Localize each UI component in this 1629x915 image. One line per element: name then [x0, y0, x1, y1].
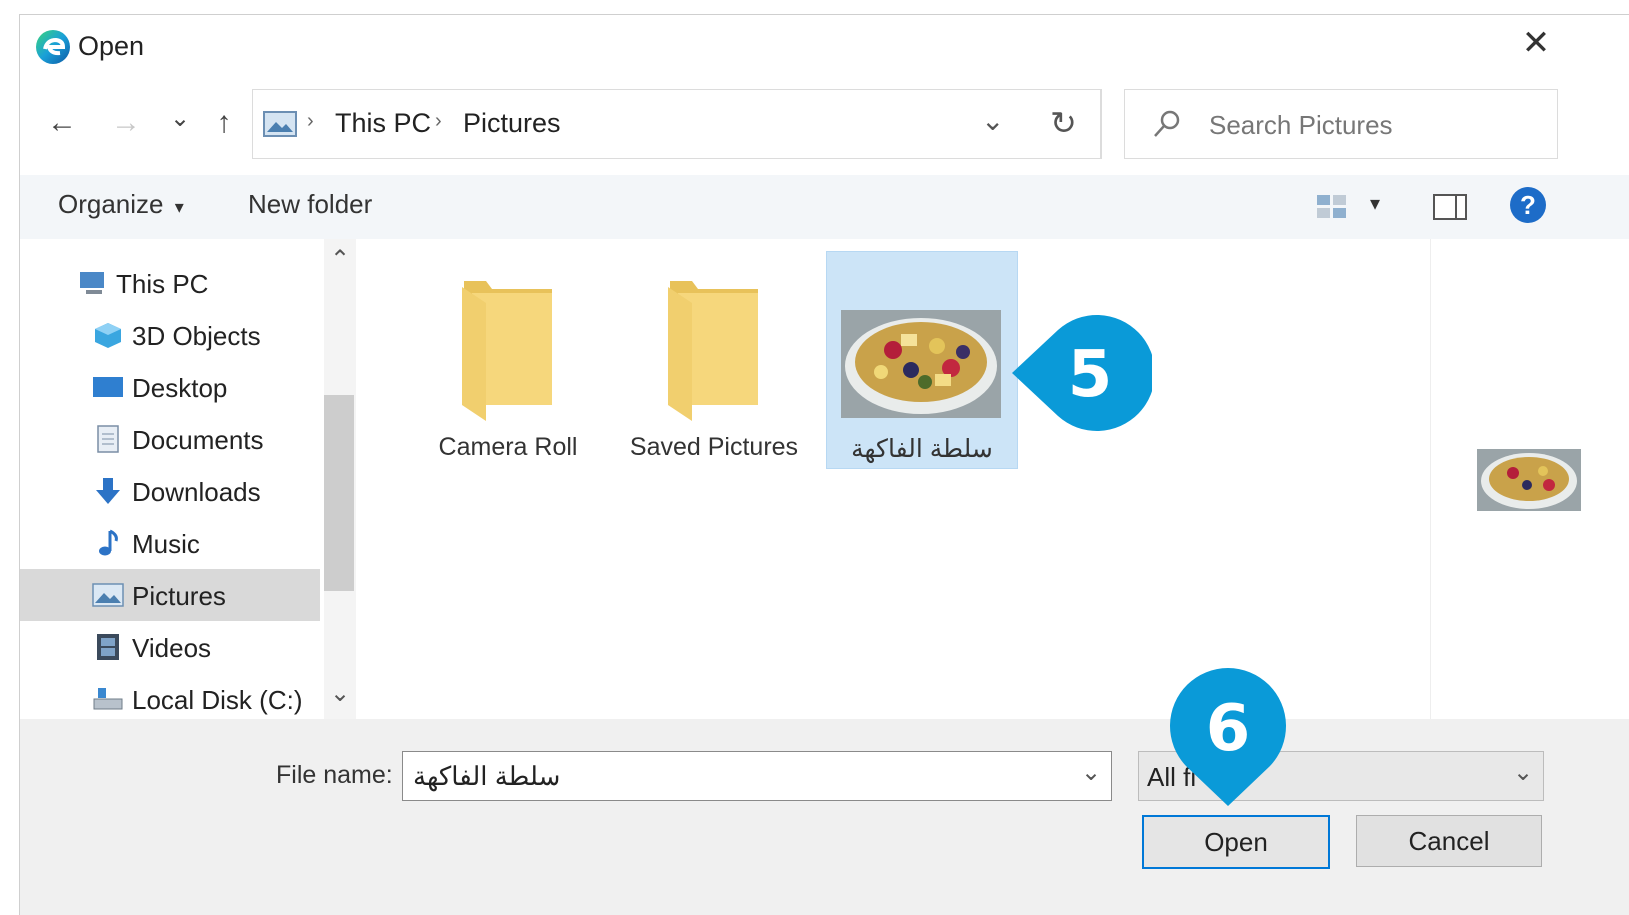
- command-toolbar: Organize ▾ New folder ▾ ?: [20, 175, 1629, 239]
- pictures-icon: [263, 111, 297, 137]
- breadcrumb-separator: ›: [307, 110, 314, 132]
- sidebar-item-3d-objects[interactable]: 3D Objects: [20, 309, 320, 361]
- close-button[interactable]: ✕: [1516, 23, 1556, 63]
- fruit-salad-thumbnail: [841, 310, 1001, 418]
- file-type-dropdown-button[interactable]: ⌄: [1513, 758, 1533, 787]
- new-folder-button[interactable]: New folder: [248, 189, 372, 220]
- breadcrumb-this-pc[interactable]: This PC: [335, 108, 431, 139]
- sidebar-item-pictures[interactable]: Pictures: [20, 569, 320, 621]
- view-options-caret[interactable]: ▾: [1370, 191, 1380, 216]
- scrollbar-thumb[interactable]: [324, 395, 354, 591]
- scroll-down-button[interactable]: ⌄: [330, 679, 350, 708]
- music-note-icon: [99, 529, 118, 556]
- recent-locations-button[interactable]: ⌄: [162, 99, 198, 139]
- sidebar-item-this-pc[interactable]: This PC: [20, 257, 320, 309]
- file-tile-fruit-salad[interactable]: سلطة الفاكهة: [826, 251, 1018, 469]
- callout-number: 6: [1206, 692, 1251, 766]
- refresh-button[interactable]: ↻: [1030, 89, 1101, 159]
- download-arrow-icon: [96, 478, 120, 504]
- file-tile-camera-roll[interactable]: Camera Roll: [420, 253, 596, 473]
- breadcrumb-pictures[interactable]: Pictures: [463, 108, 561, 139]
- open-file-dialog: Open ✕ ← → ⌄ ↑ › This PC › Pictures ⌄ ↻ …: [19, 14, 1629, 915]
- cancel-button[interactable]: Cancel: [1356, 815, 1542, 867]
- refresh-icon: ↻: [1050, 105, 1077, 141]
- pictures-icon: [92, 583, 124, 607]
- file-list-area: Camera Roll Saved Pictures سلطة الفاكهة: [360, 239, 1430, 719]
- preview-pane: [1430, 239, 1629, 719]
- film-icon: [97, 634, 119, 660]
- navigation-pane: This PC 3D Objects Desktop Documents Dow…: [20, 239, 324, 719]
- address-bar[interactable]: › This PC › Pictures ⌄: [252, 89, 1102, 159]
- organize-button[interactable]: Organize ▾: [58, 189, 184, 220]
- sidebar-item-documents[interactable]: Documents: [20, 413, 320, 465]
- file-name-dropdown-button[interactable]: ⌄: [1081, 758, 1101, 787]
- callout-badge-6: 6: [1170, 668, 1286, 806]
- up-button[interactable]: ↑: [206, 103, 242, 143]
- sidebar-item-desktop[interactable]: Desktop: [20, 361, 320, 413]
- forward-button[interactable]: →: [108, 103, 144, 143]
- search-icon: [1154, 110, 1180, 137]
- preview-pane-icon[interactable]: [1432, 193, 1468, 221]
- sidebar-item-videos[interactable]: Videos: [20, 621, 320, 673]
- file-name-field[interactable]: سلطة الفاكهة ⌄: [402, 751, 1112, 801]
- view-mode-icon[interactable]: [1316, 193, 1348, 221]
- open-button[interactable]: Open: [1142, 815, 1330, 869]
- search-input[interactable]: Search Pictures: [1124, 89, 1558, 159]
- address-dropdown-button[interactable]: ⌄: [981, 104, 1004, 137]
- file-name-label: File name:: [276, 761, 393, 789]
- sidebar-item-downloads[interactable]: Downloads: [20, 465, 320, 517]
- edge-browser-icon: [36, 30, 70, 64]
- help-icon[interactable]: ?: [1510, 187, 1546, 223]
- dialog-footer: File name: سلطة الفاكهة ⌄ All fi ⌄ Open …: [20, 719, 1629, 915]
- file-tile-saved-pictures[interactable]: Saved Pictures: [626, 253, 802, 473]
- document-icon: [97, 425, 119, 453]
- preview-thumbnail: [1477, 449, 1581, 511]
- search-placeholder: Search Pictures: [1209, 110, 1393, 140]
- back-button[interactable]: ←: [44, 103, 80, 143]
- file-name-value: سلطة الفاكهة: [413, 761, 561, 791]
- chevron-down-icon: ▾: [174, 197, 184, 217]
- desktop-icon: [93, 377, 123, 397]
- dialog-title: Open: [78, 31, 145, 61]
- scroll-up-button[interactable]: ⌃: [330, 245, 350, 274]
- sidebar-item-music[interactable]: Music: [20, 517, 320, 569]
- callout-number: 5: [1068, 338, 1113, 412]
- disk-drive-icon: [93, 688, 123, 710]
- folder-icon: [462, 281, 552, 421]
- computer-icon: [80, 272, 104, 294]
- sidebar-item-local-disk[interactable]: Local Disk (C:): [20, 673, 320, 725]
- breadcrumb-separator: ›: [435, 110, 442, 132]
- callout-badge-5: 5: [1012, 315, 1152, 431]
- cube-icon: [95, 323, 121, 348]
- folder-icon: [668, 281, 758, 421]
